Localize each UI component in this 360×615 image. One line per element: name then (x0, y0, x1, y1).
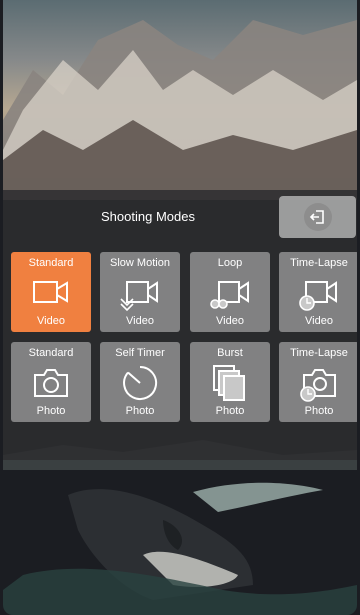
self-timer-icon (123, 365, 158, 400)
mode-self-timer-photo[interactable]: Self Timer Photo (100, 342, 180, 422)
video-camera-icon (33, 281, 68, 303)
mode-label-bottom: Video (126, 315, 154, 327)
mode-label-top: Self Timer (115, 347, 165, 359)
mode-label-bottom: Photo (215, 405, 245, 417)
mode-label-bottom: Photo (125, 405, 155, 417)
mode-standard-video[interactable]: Standard Video (11, 252, 91, 332)
mode-label-top: Slow Motion (110, 257, 170, 269)
mode-label-top: Loop (217, 257, 243, 269)
panel-title: Shooting Modes (101, 209, 195, 224)
mode-slow-motion-video[interactable]: Slow Motion Video (100, 252, 180, 332)
mode-label-bottom: Photo (36, 405, 66, 417)
timelapse-photo-icon (300, 369, 336, 402)
mode-label-top: Standard (28, 257, 74, 269)
mode-label-bottom: Video (216, 315, 244, 327)
mode-label-bottom: Video (37, 315, 65, 327)
timelapse-video-icon (299, 281, 337, 311)
mode-timelapse-video[interactable]: Time-Lapse Video (279, 252, 357, 332)
slow-motion-video-icon (120, 281, 158, 312)
mode-burst-photo[interactable]: Burst Photo (190, 342, 270, 422)
mode-label-top: Time-Lapse (290, 347, 348, 359)
burst-photo-icon (213, 365, 245, 401)
mode-label-bottom: Photo (304, 405, 334, 417)
camera-screen: Shooting Modes Standard Video Slow Motio… (3, 0, 357, 615)
mode-loop-video[interactable]: Loop Video (190, 252, 270, 332)
mode-label-top: Time-Lapse (290, 257, 348, 269)
exit-button[interactable] (279, 196, 356, 238)
mode-standard-photo[interactable]: Standard Photo (11, 342, 91, 422)
mode-label-top: Burst (217, 347, 243, 359)
mode-timelapse-photo[interactable]: Time-Lapse Photo (279, 342, 357, 422)
camera-icon (34, 369, 68, 397)
mode-label-top: Standard (28, 347, 74, 359)
mode-label-bottom: Video (305, 315, 333, 327)
exit-arrow-icon (303, 203, 332, 231)
loop-video-icon (210, 281, 249, 309)
